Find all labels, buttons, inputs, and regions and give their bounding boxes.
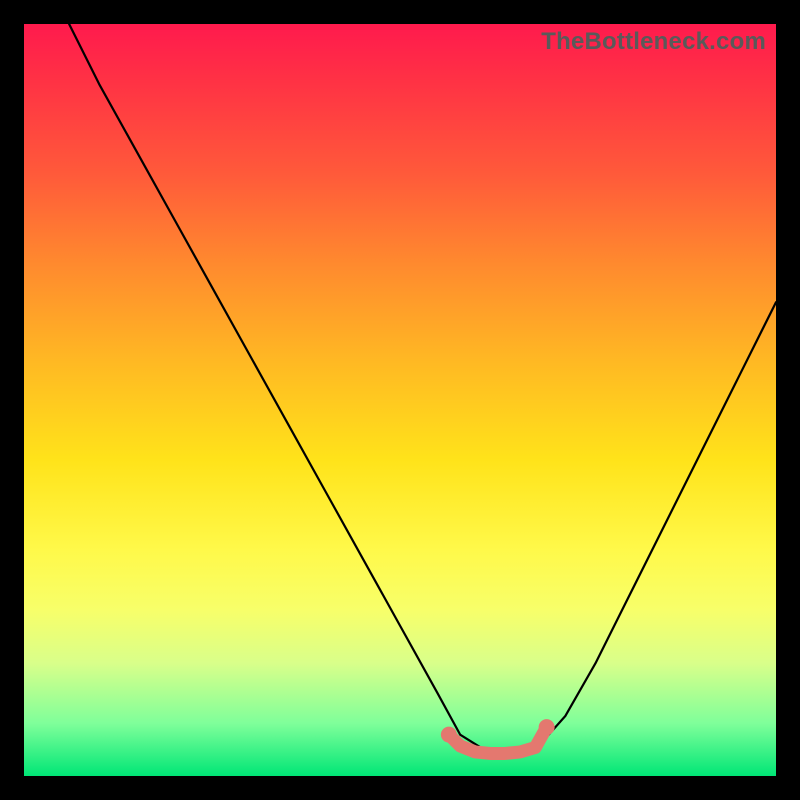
chart-area: TheBottleneck.com (24, 24, 776, 776)
plot-svg (24, 24, 776, 776)
series-bottleneck-curve (69, 24, 776, 753)
series-optimal-flat-region (449, 727, 547, 753)
marker-right-endpoint (539, 719, 555, 735)
marker-left-endpoint (441, 727, 457, 743)
